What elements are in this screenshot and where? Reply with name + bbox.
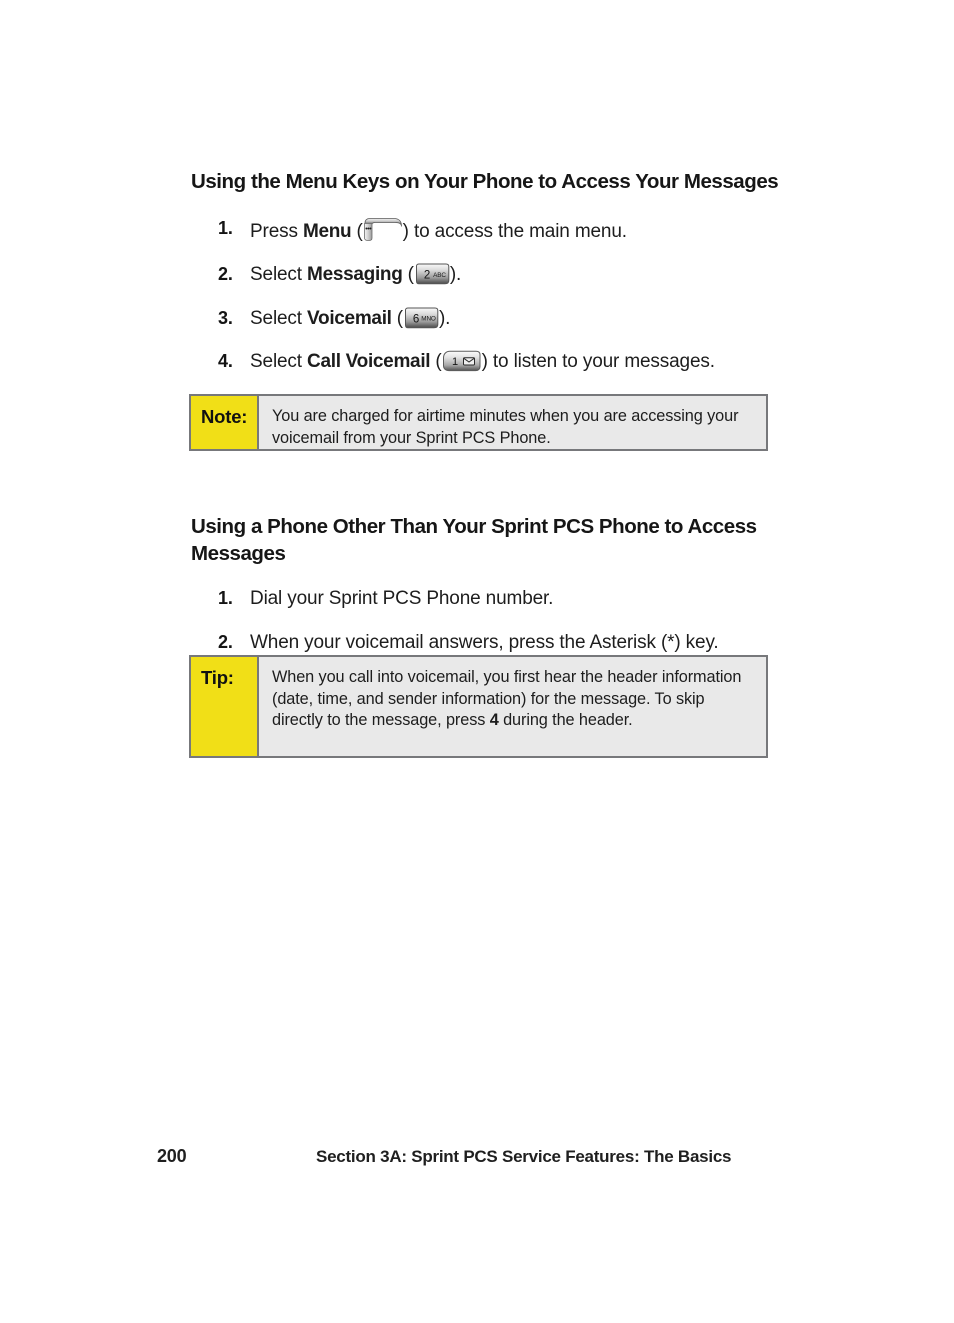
step-text-before: Press — [250, 221, 303, 243]
paren-open: ( — [430, 350, 442, 372]
note-callout-box: Note: You are charged for airtime minute… — [189, 394, 768, 451]
footer-page-number: 200 — [157, 1146, 187, 1166]
key-2-abc-icon: 2 ABC — [414, 263, 450, 285]
section-heading-menu-keys: Using the Menu Keys on Your Phone to Acc… — [191, 170, 779, 193]
step-text-after: to listen to your messages. — [487, 350, 715, 372]
key-1-digit: 1 — [452, 356, 458, 368]
section-heading-other-phone: Using a Phone Other Than Your Sprint PCS… — [191, 515, 757, 566]
menu-key-icon — [363, 217, 403, 242]
step-number: 2. — [218, 264, 233, 285]
paren-open: ( — [391, 307, 403, 329]
step-text-bold: Messaging — [307, 264, 403, 286]
step-text-bold: Call Voicemail — [307, 350, 431, 372]
tip-callout-box: Tip: When you call into voicemail, you f… — [189, 655, 768, 758]
step-text: When your voicemail answers, press the A… — [250, 631, 719, 653]
step-text-before: Select — [250, 307, 308, 329]
step-item: 1. Dial your Sprint PCS Phone number. — [191, 587, 791, 611]
step-text-before: Select — [250, 264, 308, 286]
key-2-digit: 2 — [424, 270, 430, 282]
tip-label: Tip: — [191, 657, 259, 756]
step-item: 2. Select Messaging ( 2 ABC). — [191, 263, 791, 287]
key-6-letters: MNO — [421, 315, 436, 322]
step-number: 3. — [218, 307, 233, 328]
key-1-voicemail-icon: 1 — [442, 350, 482, 372]
step-item: 2. When your voicemail answers, press th… — [191, 631, 791, 655]
step-text-bold: Voicemail — [307, 307, 392, 329]
step-text-after: to access the main menu. — [408, 221, 627, 243]
key-6-digit: 6 — [413, 313, 419, 325]
note-label: Note: — [191, 396, 259, 449]
paren-open: ( — [402, 264, 414, 286]
step-text: Dial your Sprint PCS Phone number. — [250, 588, 554, 610]
steps-list-menu-keys: 1. Press Menu () to access the main men… — [191, 217, 791, 374]
step-text-before: Select — [250, 350, 308, 372]
step-number: 1. — [218, 218, 233, 239]
key-2-letters: ABC — [433, 273, 446, 280]
step-item: 1. Press Menu () to access the main men… — [191, 217, 791, 244]
manual-page: Using the Menu Keys on Your Phone to Acc… — [0, 0, 954, 1323]
tip-text: When you call into voicemail, you first … — [259, 657, 766, 756]
tip-bold-key: 4 — [489, 711, 499, 730]
step-item: 3. Select Voicemail ( 6 MNO). — [191, 307, 791, 331]
step-text-after: . — [456, 264, 462, 286]
key-6-mno-icon: 6 MNO — [403, 307, 439, 329]
step-item: 4. Select Call Voicemail ( 1) to listen… — [191, 350, 791, 374]
step-number: 4. — [218, 350, 233, 371]
footer-section-title: Section 3A: Sprint PCS Service Features:… — [316, 1147, 732, 1166]
step-text-after: . — [445, 307, 451, 329]
tip-text-after: during the header. — [498, 711, 633, 730]
paren-open: ( — [351, 221, 363, 243]
note-text: You are charged for airtime minutes when… — [272, 407, 739, 447]
step-number: 1. — [218, 588, 233, 609]
envelope-icon — [462, 357, 475, 366]
step-number: 2. — [218, 631, 233, 652]
step-text-bold: Menu — [302, 221, 352, 243]
